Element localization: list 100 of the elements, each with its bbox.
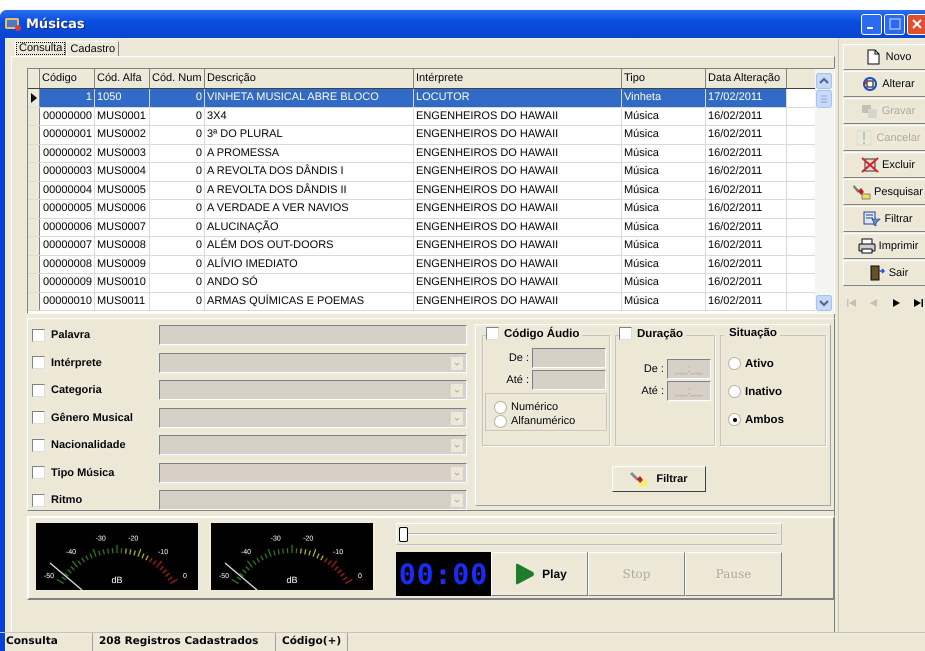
table-cell: Música xyxy=(622,256,706,273)
grid-row[interactable]: 00000004 MUS0005 0 A REVOLTA DOS DÂNDIS II ENGENHEIROS DO HAWAII Música 16/02/2011 xyxy=(28,182,815,200)
option-label: Inativo xyxy=(745,386,782,398)
printer-icon xyxy=(858,238,876,254)
field-label: Até : xyxy=(641,385,664,397)
column-header[interactable]: Cód. Num xyxy=(150,69,205,88)
toolbar-button[interactable]: Pesquisar xyxy=(843,179,925,205)
dropdown-field[interactable] xyxy=(159,408,467,428)
table-cell: 00000007 xyxy=(40,237,95,254)
status-text: Código(+) xyxy=(276,633,348,651)
toolbar-button[interactable]: Excluir xyxy=(843,152,925,178)
grid-row[interactable]: 00000006 MUS0007 0 ALUCINAÇÃO ENGENHEIROS DO HAWAII Música 16/02/2011 xyxy=(28,218,815,237)
table-cell: ENGENHEIROS DO HAWAII xyxy=(414,144,622,162)
radio-button[interactable] xyxy=(494,414,507,428)
table-cell: ENGENHEIROS DO HAWAII xyxy=(414,274,622,292)
position-slider[interactable] xyxy=(396,523,782,545)
toolbar-button[interactable]: Novo xyxy=(843,44,925,70)
grid-row[interactable]: 00000009 MUS0010 0 ANDO SÓ ENGENHEIROS DO HAWAII Música 16/02/2011 xyxy=(28,274,815,292)
scroll-down-icon xyxy=(816,295,832,311)
table-cell: A PROMESSA xyxy=(205,144,414,162)
column-header[interactable]: Cód. Alfa xyxy=(95,69,150,88)
grid-row[interactable]: 1 1050 0 VINHETA MUSICAL ABRE BLOCO LOCUTOR Vinheta 17/02/2011 xyxy=(28,89,815,108)
filter-label: Ritmo xyxy=(51,494,84,506)
text-field[interactable] xyxy=(532,370,606,390)
toolbar-button[interactable]: Imprimir xyxy=(843,233,925,259)
table-cell: A VERDADE A VER NAVIOS xyxy=(205,200,414,218)
grid-row[interactable]: 00000002 MUS0003 0 A PROMESSA ENGENHEIROS DO HAWAII Música 16/02/2011 xyxy=(28,144,815,163)
minimize-icon xyxy=(867,27,873,29)
column-header[interactable]: Código xyxy=(40,69,95,88)
checkbox[interactable] xyxy=(32,494,45,506)
radio-button[interactable] xyxy=(728,413,741,426)
maximize-button[interactable] xyxy=(884,14,905,34)
minimize-button[interactable] xyxy=(861,14,882,34)
dropdown-field[interactable] xyxy=(159,380,467,400)
table-cell: MUS0007 xyxy=(95,218,150,236)
checkbox[interactable] xyxy=(32,411,45,424)
grid-row[interactable]: 00000000 MUS0001 0 3X4 ENGENHEIROS DO HAWAII Música 16/02/2011 xyxy=(28,108,815,126)
grid-row[interactable]: 00000005 MUS0006 0 A VERDADE A VER NAVIOS ENGENHEIROS DO HAWAII Música 16/02/2011 xyxy=(28,200,815,218)
checkbox[interactable] xyxy=(32,438,45,452)
text-field[interactable] xyxy=(532,348,606,368)
table-cell: 3X4 xyxy=(205,108,414,125)
dropdown-field[interactable] xyxy=(159,435,467,455)
checkbox[interactable] xyxy=(32,466,45,479)
tab[interactable]: Cadastro xyxy=(66,41,120,56)
column-header[interactable]: Data Alteração xyxy=(706,69,787,88)
toolbar-button[interactable]: Alterar xyxy=(843,71,925,97)
table-cell: 1050 xyxy=(95,89,150,106)
checkbox[interactable] xyxy=(486,327,499,340)
checkbox[interactable] xyxy=(32,356,45,369)
text-field[interactable] xyxy=(159,325,467,345)
column-header[interactable]: Intérprete xyxy=(414,69,622,88)
table-cell: Música xyxy=(622,274,706,292)
filter-label: Nacionalidade xyxy=(51,439,127,451)
scroll-thumb[interactable] xyxy=(816,90,832,108)
table-cell: 16/02/2011 xyxy=(706,218,787,236)
time-display: 00:00 xyxy=(396,552,491,596)
radio-button[interactable] xyxy=(728,357,741,370)
table-cell: MUS0005 xyxy=(95,182,150,199)
table-cell: MUS0010 xyxy=(95,274,150,292)
flashlight-icon xyxy=(853,184,872,200)
unit-label: dB xyxy=(286,575,298,585)
tab[interactable]: Consulta xyxy=(15,41,66,56)
table-cell: LOCUTOR xyxy=(414,89,622,106)
table-cell: 00000004 xyxy=(40,182,95,199)
grid-row[interactable]: 00000007 MUS0008 0 ALÉM DOS OUT-DOORS ENGENHEIROS DO HAWAII Música 16/02/2011 xyxy=(28,237,815,256)
checkbox[interactable] xyxy=(32,328,45,342)
grid-row[interactable]: 00000010 MUS0011 0 ARMAS QUÍMICAS E POEMAS ENGENHEIROS DO HAWAII Música 16/02/2011 xyxy=(28,292,815,311)
row-pointer-icon xyxy=(30,92,36,103)
group-title: Situação xyxy=(729,327,777,339)
checkbox[interactable] xyxy=(619,327,632,340)
refresh-icon xyxy=(861,76,880,92)
toolbar-button[interactable]: Filtrar xyxy=(843,206,925,232)
option-label: Ativo xyxy=(745,358,774,370)
close-button[interactable] xyxy=(907,14,925,34)
table-cell: A REVOLTA DOS DÂNDIS I xyxy=(205,163,414,180)
table-cell: 16/02/2011 xyxy=(706,126,787,144)
table-cell: 00000005 xyxy=(40,200,95,218)
table-cell: 16/02/2011 xyxy=(706,163,787,180)
grid-row[interactable]: 00000003 MUS0004 0 A REVOLTA DOS DÂNDIS I ENGENHEIROS DO HAWAII Música 16/02/2011 xyxy=(28,163,815,182)
grid-row[interactable]: 00000008 MUS0009 0 ALÍVIO IMEDIATO ENGENHEIROS DO HAWAII Música 16/02/2011 xyxy=(28,256,815,274)
grid-row[interactable]: 00000001 MUS0002 0 3ª DO PLURAL ENGENHEIROS DO HAWAII Música 16/02/2011 xyxy=(28,126,815,144)
dropdown-field[interactable] xyxy=(159,462,467,482)
radio-button[interactable] xyxy=(494,400,507,414)
option-label: Alfanumérico xyxy=(511,415,576,427)
window-title: Músicas xyxy=(26,16,85,32)
dropdown-field[interactable] xyxy=(159,352,467,372)
slider-thumb[interactable] xyxy=(399,527,408,542)
vertical-scrollbar[interactable] xyxy=(815,69,834,313)
table-cell: MUS0004 xyxy=(95,163,150,180)
table-cell: 0 xyxy=(150,126,205,144)
column-header[interactable]: Descrição xyxy=(205,69,414,88)
table-cell: ENGENHEIROS DO HAWAII xyxy=(414,292,622,310)
dropdown-field[interactable] xyxy=(159,490,467,510)
filter-button[interactable]: Filtrar xyxy=(612,466,706,492)
radio-button[interactable] xyxy=(728,385,741,398)
checkbox[interactable] xyxy=(32,384,45,396)
play-button[interactable]: Play xyxy=(491,552,588,596)
column-header[interactable]: Tipo xyxy=(622,69,706,88)
option-label: Ambos xyxy=(745,414,784,426)
toolbar-button[interactable]: Sair xyxy=(843,260,925,286)
